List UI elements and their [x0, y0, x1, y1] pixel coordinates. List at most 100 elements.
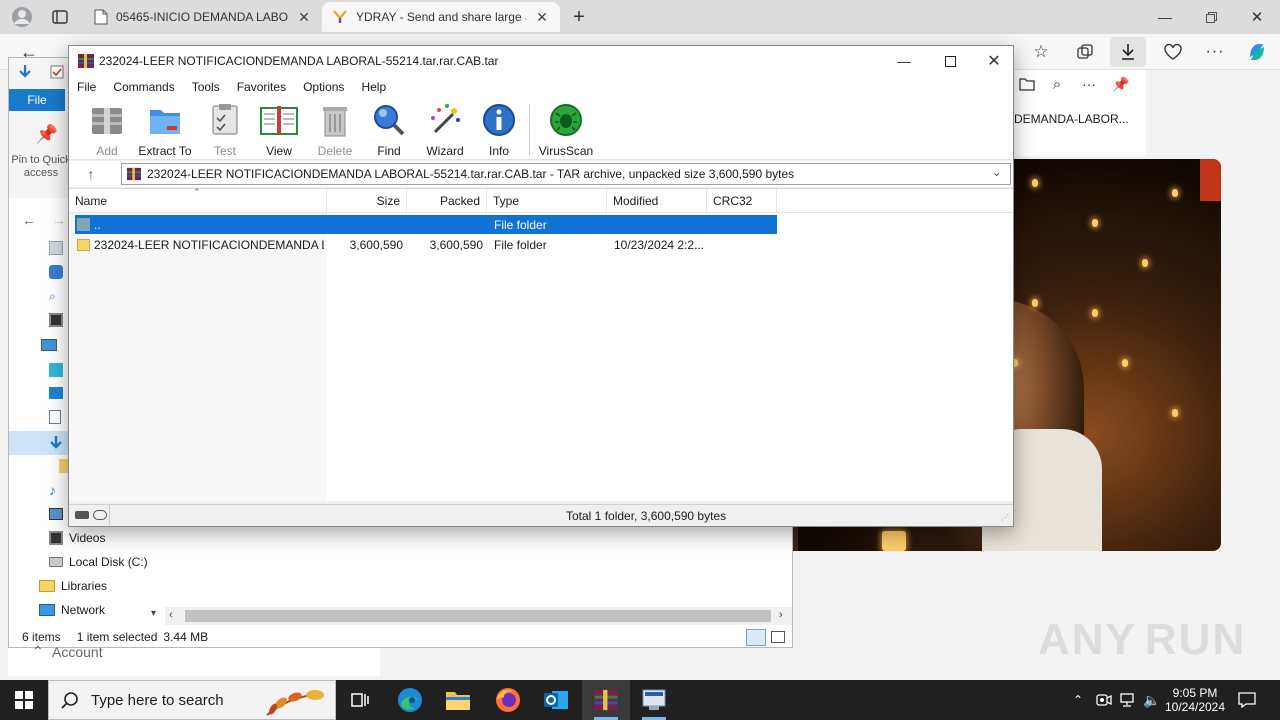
pin-to-quick-access-label[interactable]: Pin to Quick access [11, 154, 71, 180]
test-button[interactable]: Test [197, 102, 253, 158]
favorites-star-icon[interactable]: ☆ [1028, 40, 1054, 64]
profile-icon[interactable] [8, 4, 36, 30]
nav-item-local-disk[interactable]: Local Disk (C:) [39, 551, 148, 573]
nav-item-videos[interactable]: Videos [39, 527, 105, 549]
network-app-taskbar-button[interactable] [630, 680, 678, 720]
close-icon[interactable]: ✕ [534, 9, 550, 26]
close-icon[interactable]: ✕ [296, 9, 312, 26]
virusscan-button[interactable]: VirusScan [535, 102, 597, 158]
documents-icon[interactable] [49, 410, 61, 424]
horizontal-scrollbar[interactable]: ‹ › [165, 607, 792, 625]
edge-icon [398, 688, 422, 712]
menu-tools[interactable]: Tools [192, 80, 220, 94]
search-icon[interactable]: ⌕ [1046, 74, 1068, 94]
wizard-button[interactable]: Wizard [417, 102, 473, 158]
more-icon[interactable]: ··· [1202, 40, 1228, 64]
nav-item-network[interactable]: Network [39, 599, 105, 621]
winrar-taskbar-button[interactable] [582, 680, 630, 720]
menu-favorites[interactable]: Favorites [237, 80, 286, 94]
info-button[interactable]: Info [471, 102, 527, 158]
browser-essentials-icon[interactable] [1160, 40, 1186, 64]
menu-file[interactable]: File [77, 80, 96, 94]
edge-taskbar-button[interactable] [386, 680, 434, 720]
table-row[interactable]: 232024-LEER NOTIFICACIONDEMANDA L... 3,6… [75, 235, 777, 254]
file-tab[interactable]: File [9, 89, 65, 111]
table-row[interactable]: .. File folder [75, 215, 777, 234]
task-view-button[interactable] [336, 680, 384, 720]
menu-help[interactable]: Help [361, 80, 386, 94]
scroll-down-icon[interactable]: ▾ [151, 608, 156, 619]
start-button[interactable] [0, 680, 48, 720]
tab-ydray[interactable]: YDRAY - Send and share large an ✕ [322, 2, 560, 32]
nav-item-libraries[interactable]: Libraries [39, 575, 107, 597]
column-header-packed[interactable]: Packed [407, 189, 487, 213]
3d-objects-icon[interactable] [49, 363, 63, 377]
column-header-size[interactable]: Size [327, 189, 407, 213]
chevron-up-icon[interactable]: ⌃ [1068, 690, 1088, 710]
column-header-modified[interactable]: Modified [607, 189, 707, 213]
outlook-taskbar-button[interactable] [532, 680, 580, 720]
up-folder-icon[interactable]: ↑ [81, 164, 101, 184]
scrollbar-thumb[interactable] [185, 610, 771, 622]
column-header-type[interactable]: Type [487, 189, 607, 213]
notifications-icon[interactable] [1236, 690, 1258, 710]
restore-icon[interactable] [1198, 4, 1224, 30]
resize-grip-icon[interactable]: ⋰ [1001, 513, 1009, 522]
meet-now-icon[interactable] [1094, 690, 1114, 710]
downloads-nav-selected[interactable] [9, 431, 69, 455]
copilot-icon[interactable] [1244, 39, 1270, 65]
search-icon[interactable]: ⌕ [49, 289, 63, 303]
properties-checkbox-icon[interactable] [47, 62, 67, 82]
new-tab-icon[interactable]: + [566, 4, 592, 30]
minimize-icon[interactable]: — [1152, 4, 1178, 30]
network-status-icon[interactable] [1118, 690, 1138, 710]
close-icon[interactable]: ✕ [979, 48, 1009, 74]
nav-icon[interactable] [49, 265, 63, 279]
firefox-taskbar-button[interactable] [484, 680, 532, 720]
key-icon[interactable] [93, 510, 107, 520]
maximize-icon[interactable] [935, 48, 965, 74]
music-icon[interactable]: ♪ [49, 482, 63, 498]
film-icon[interactable] [49, 313, 63, 327]
add-button[interactable]: Add [79, 102, 135, 158]
this-pc-icon[interactable] [41, 339, 57, 351]
tab-inicio-demanda[interactable]: 05465-INICIO DEMANDA LABOR ✕ [84, 2, 322, 32]
archive-path-combo[interactable]: 232024-LEER NOTIFICACIONDEMANDA LABORAL-… [121, 163, 1011, 185]
folder-icon[interactable] [1016, 74, 1038, 94]
download-item-name[interactable]: DEMANDA-LABOR... [1014, 112, 1129, 126]
taskbar-clock[interactable]: 9:05 PM 10/24/2024 [1160, 682, 1230, 718]
forward-icon[interactable]: → [49, 210, 69, 230]
scroll-left-icon[interactable]: ‹ [169, 609, 173, 621]
downloads-icon[interactable] [1110, 37, 1146, 67]
watermark-left: ANY [1038, 615, 1137, 664]
chevron-down-icon[interactable]: ⌄ [992, 166, 1001, 179]
minimize-icon[interactable]: — [889, 48, 919, 74]
tab-actions-icon[interactable] [48, 6, 72, 28]
close-icon[interactable]: ✕ [1244, 4, 1270, 30]
drive-icon[interactable] [75, 511, 89, 519]
pin-icon[interactable]: 📌 [1110, 74, 1132, 94]
extract-to-button[interactable]: Extract To [137, 102, 193, 158]
find-button[interactable]: Find [361, 102, 417, 158]
nav-icon[interactable] [49, 241, 63, 255]
desktop-icon[interactable] [49, 387, 63, 399]
account-item[interactable]: ⌃ Account [8, 643, 380, 676]
details-view-icon[interactable] [746, 629, 766, 646]
pictures-icon[interactable] [49, 508, 63, 520]
back-icon[interactable]: ← [19, 210, 39, 230]
collections-icon[interactable] [1072, 40, 1098, 64]
column-header-crc32[interactable]: CRC32 [707, 189, 777, 213]
volume-icon[interactable]: 🔈 [1142, 690, 1162, 710]
menu-commands[interactable]: Commands [113, 80, 174, 94]
large-icons-view-icon[interactable] [771, 631, 785, 643]
cell-type: File folder [494, 237, 547, 252]
cell-crc [714, 215, 778, 234]
more-icon[interactable]: ··· [1078, 74, 1100, 94]
file-explorer-taskbar-button[interactable] [434, 680, 482, 720]
view-button[interactable]: View [251, 102, 307, 158]
taskbar-search-box[interactable]: Type here to search [48, 680, 336, 720]
delete-button[interactable]: Delete [307, 102, 363, 158]
menu-options[interactable]: Options [303, 80, 344, 94]
scroll-right-icon[interactable]: › [779, 609, 783, 621]
pin-icon[interactable]: 📌 [35, 122, 59, 146]
